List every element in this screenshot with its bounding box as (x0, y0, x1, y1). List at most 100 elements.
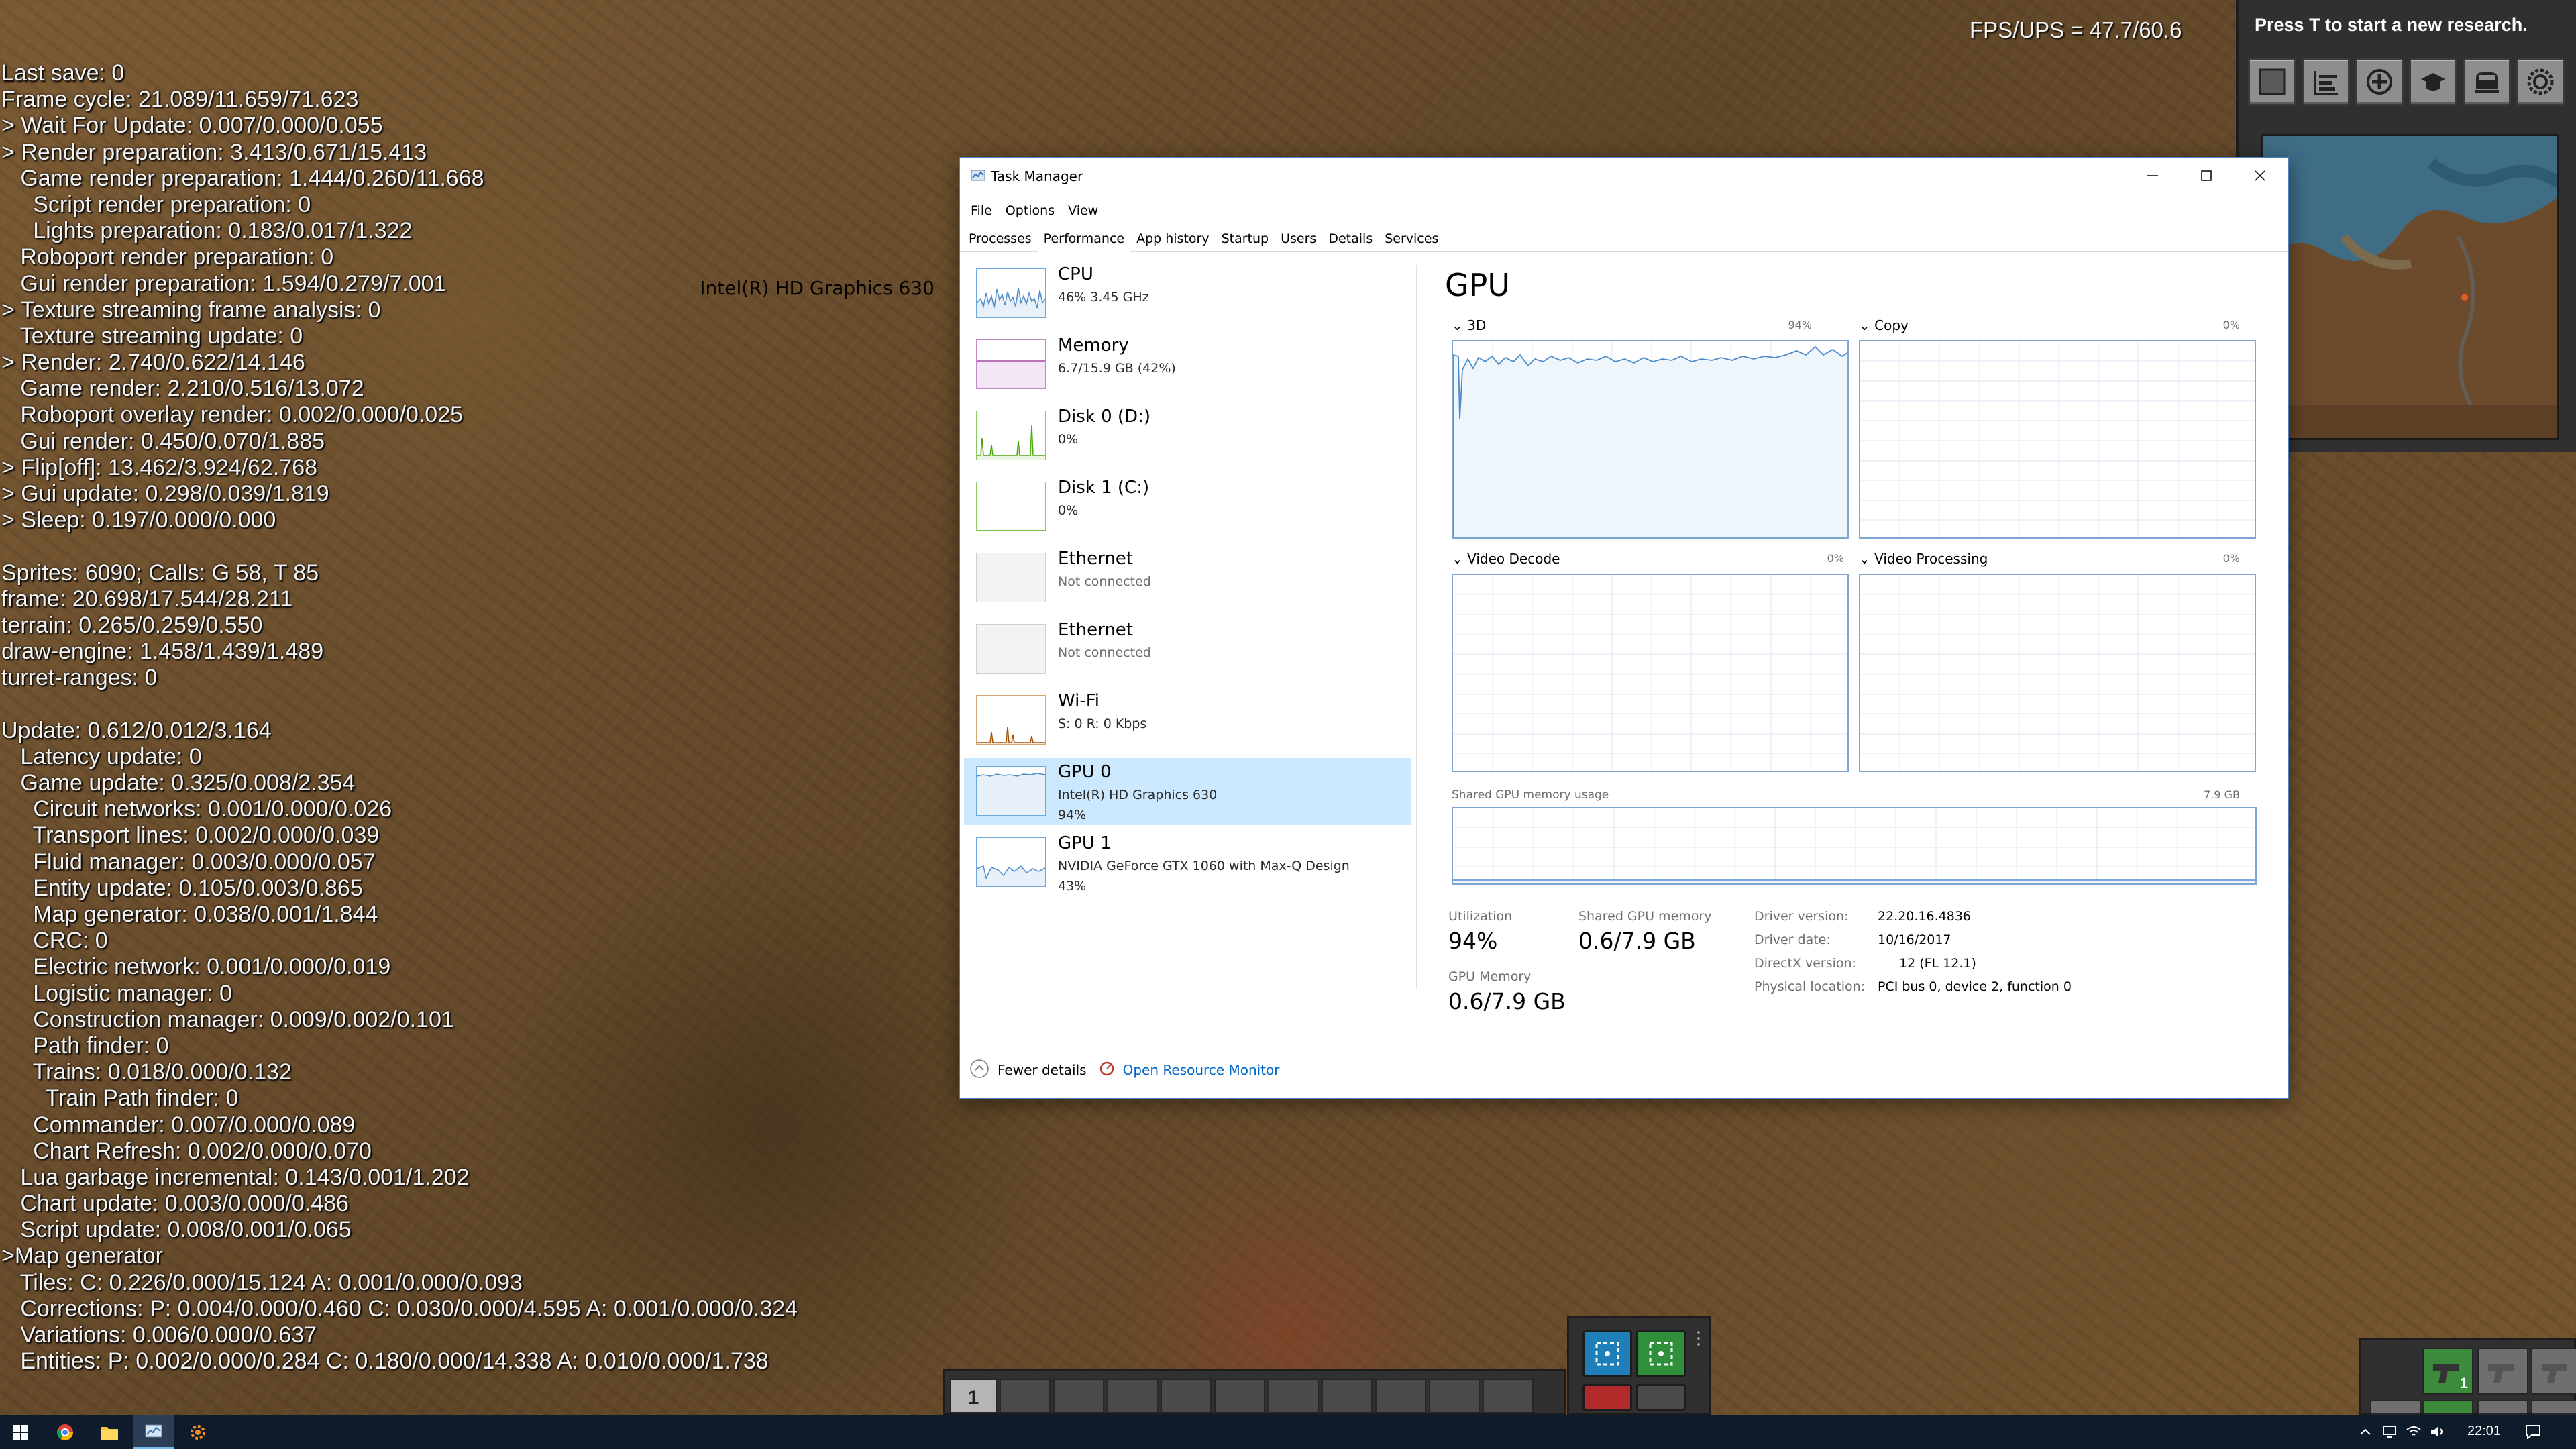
quickbar-slot[interactable] (1161, 1379, 1212, 1413)
debug-line: Train Path finder: 0 (1, 1085, 239, 1112)
device-cpu[interactable]: CPU 46% 3.45 GHz (964, 260, 1411, 327)
fewer-details-button[interactable]: Fewer details (998, 1062, 1087, 1078)
tab-processes[interactable]: Processes (963, 225, 1038, 252)
windows-taskbar: 22:01 (0, 1415, 2576, 1449)
debug-line: Script update: 0.008/0.001/0.065 (1, 1217, 352, 1243)
tab-details[interactable]: Details (1322, 225, 1379, 252)
volume-icon[interactable] (2428, 1422, 2447, 1441)
quickbar-slot[interactable] (1322, 1379, 1373, 1413)
quickbar-slot[interactable] (1107, 1379, 1158, 1413)
graph-pct-video-processing: 0% (2222, 552, 2240, 565)
device-memory[interactable]: Memory 6.7/15.9 GB (42%) (964, 331, 1411, 398)
device-gpu-0[interactable]: GPU 0 Intel(R) HD Graphics 630 94% (964, 758, 1411, 825)
blueprint-select-icon[interactable] (1582, 1330, 1632, 1377)
tab-startup[interactable]: Startup (1216, 225, 1275, 252)
device-ethernet-2[interactable]: Ethernet Not connected (964, 616, 1411, 683)
file-explorer-icon[interactable] (89, 1415, 130, 1449)
quickbar-slot[interactable] (1375, 1379, 1426, 1413)
quickbar-slot[interactable] (1000, 1379, 1051, 1413)
ammo-slot[interactable] (2477, 1400, 2528, 1415)
close-button[interactable] (2233, 158, 2287, 194)
debug-overlay: Last save: 0 Frame cycle: 21.089/11.659/7… (1, 60, 798, 1375)
graph-video-processing[interactable] (1859, 574, 2256, 772)
device-disk-0[interactable]: Disk 0 (D:) 0% (964, 402, 1411, 470)
windows-start-icon[interactable] (0, 1415, 42, 1449)
graph-label-video-decode[interactable]: ⌄ Video Decode (1452, 551, 1560, 567)
debug-line: > Sleep: 0.197/0.000/0.000 (1, 507, 276, 533)
tab-app-history[interactable]: App history (1130, 225, 1216, 252)
pane-divider[interactable] (1416, 265, 1417, 989)
factorio-icon[interactable] (177, 1415, 219, 1449)
graph-3d[interactable] (1452, 340, 1849, 539)
debug-line: Lua garbage incremental: 0.143/0.001/1.2… (1, 1164, 470, 1190)
research-prompt[interactable]: Press T to start a new research. (2236, 0, 2576, 50)
menu-file[interactable]: File (964, 201, 999, 221)
debug-line: Transport lines: 0.002/0.000/0.039 (1, 822, 380, 849)
graph-pct-3d: 94% (1788, 319, 1812, 331)
device-detail: 0% (1058, 432, 1079, 447)
device-ethernet-1[interactable]: Ethernet Not connected (964, 545, 1411, 612)
more-options-icon[interactable]: ⋮ (1690, 1328, 1707, 1348)
driver-version-label: Driver version: (1754, 909, 1849, 924)
device-wifi[interactable]: Wi-Fi S: 0 R: 0 Kbps (964, 687, 1411, 754)
ammo-slot[interactable] (2422, 1400, 2473, 1415)
taskbar-clock[interactable]: 22:01 (2467, 1424, 2501, 1439)
production-icon[interactable] (2302, 58, 2350, 106)
chrome-icon[interactable] (44, 1415, 86, 1449)
wifi-icon[interactable] (2404, 1422, 2423, 1441)
graph-label-3d[interactable]: ⌄ 3D (1452, 317, 1486, 333)
notification-center-icon[interactable] (2524, 1422, 2542, 1441)
quickbar: 1 (943, 1368, 1566, 1415)
copy-select-icon[interactable] (1636, 1330, 1686, 1377)
quickbar-slot[interactable] (1053, 1379, 1104, 1413)
debug-line: Entities: P: 0.002/0.000/0.284 C: 0.180/… (1, 1348, 769, 1375)
title-bar[interactable]: Task Manager (960, 158, 2288, 198)
tab-users[interactable]: Users (1275, 225, 1322, 252)
ammo-slot[interactable] (2370, 1400, 2421, 1415)
minimap[interactable] (2261, 134, 2559, 440)
settings-gear-icon[interactable] (2516, 58, 2565, 106)
quickbar-slot[interactable] (1214, 1379, 1265, 1413)
weapon-slot-icon[interactable] (2477, 1348, 2528, 1395)
task-manager-icon[interactable] (133, 1415, 174, 1449)
fewer-details-icon[interactable] (969, 1059, 989, 1081)
device-disk-1[interactable]: Disk 1 (C:) 0% (964, 474, 1411, 541)
menu-options[interactable]: Options (999, 201, 1061, 221)
debug-line: Gui render preparation: 1.594/0.279/7.00… (1, 270, 447, 297)
minimize-button[interactable] (2126, 158, 2180, 194)
tab-performance[interactable]: Performance (1037, 225, 1131, 252)
gpu-heading: GPU (1445, 267, 1511, 303)
map-icon[interactable] (2248, 58, 2296, 106)
device-gpu-1[interactable]: GPU 1 NVIDIA GeForce GTX 1060 with Max-Q… (964, 829, 1411, 896)
graph-shared-memory[interactable] (1452, 807, 2257, 885)
debug-line: Chart Refresh: 0.002/0.000/0.070 (1, 1138, 372, 1164)
train-icon[interactable] (2463, 58, 2511, 106)
graph-label-video-processing[interactable]: ⌄ Video Processing (1859, 551, 1988, 567)
debug-line: > Flip[off]: 13.462/3.924/62.768 (1, 454, 318, 480)
graph-copy[interactable] (1859, 340, 2256, 539)
quickbar-slot[interactable] (1268, 1379, 1319, 1413)
quickbar-slot[interactable] (1429, 1379, 1480, 1413)
research-icon[interactable] (2409, 58, 2457, 106)
bonus-icon[interactable] (2355, 58, 2404, 106)
debug-line: Construction manager: 0.009/0.002/0.101 (1, 1006, 454, 1032)
tab-services[interactable]: Services (1379, 225, 1444, 252)
graph-label-copy[interactable]: ⌄ Copy (1859, 317, 1909, 333)
chevron-down-icon: ⌄ (1859, 551, 1875, 567)
ammo-slot[interactable] (2531, 1400, 2576, 1415)
deconstruct-select-icon[interactable] (1582, 1384, 1632, 1411)
maximize-button[interactable] (2180, 158, 2233, 194)
graph-video-decode[interactable] (1452, 574, 1849, 772)
upgrade-select-icon[interactable] (1636, 1384, 1686, 1411)
show-hidden-icons-icon[interactable] (2356, 1422, 2375, 1441)
network-icon[interactable] (2380, 1422, 2399, 1441)
debug-line: Chart update: 0.003/0.000/0.486 (1, 1191, 349, 1217)
directx-version-value: 12 (FL 12.1) (1899, 956, 1976, 971)
weapon-slot-icon[interactable] (2531, 1348, 2576, 1395)
pistol-icon[interactable]: 1 (2422, 1348, 2473, 1395)
menu-view[interactable]: View (1061, 201, 1105, 221)
quickbar-slot[interactable]: 1 (950, 1379, 997, 1413)
quickbar-slot[interactable] (1483, 1379, 1534, 1413)
close-icon (2255, 170, 2265, 181)
open-resource-monitor-link[interactable]: Open Resource Monitor (1123, 1062, 1280, 1078)
